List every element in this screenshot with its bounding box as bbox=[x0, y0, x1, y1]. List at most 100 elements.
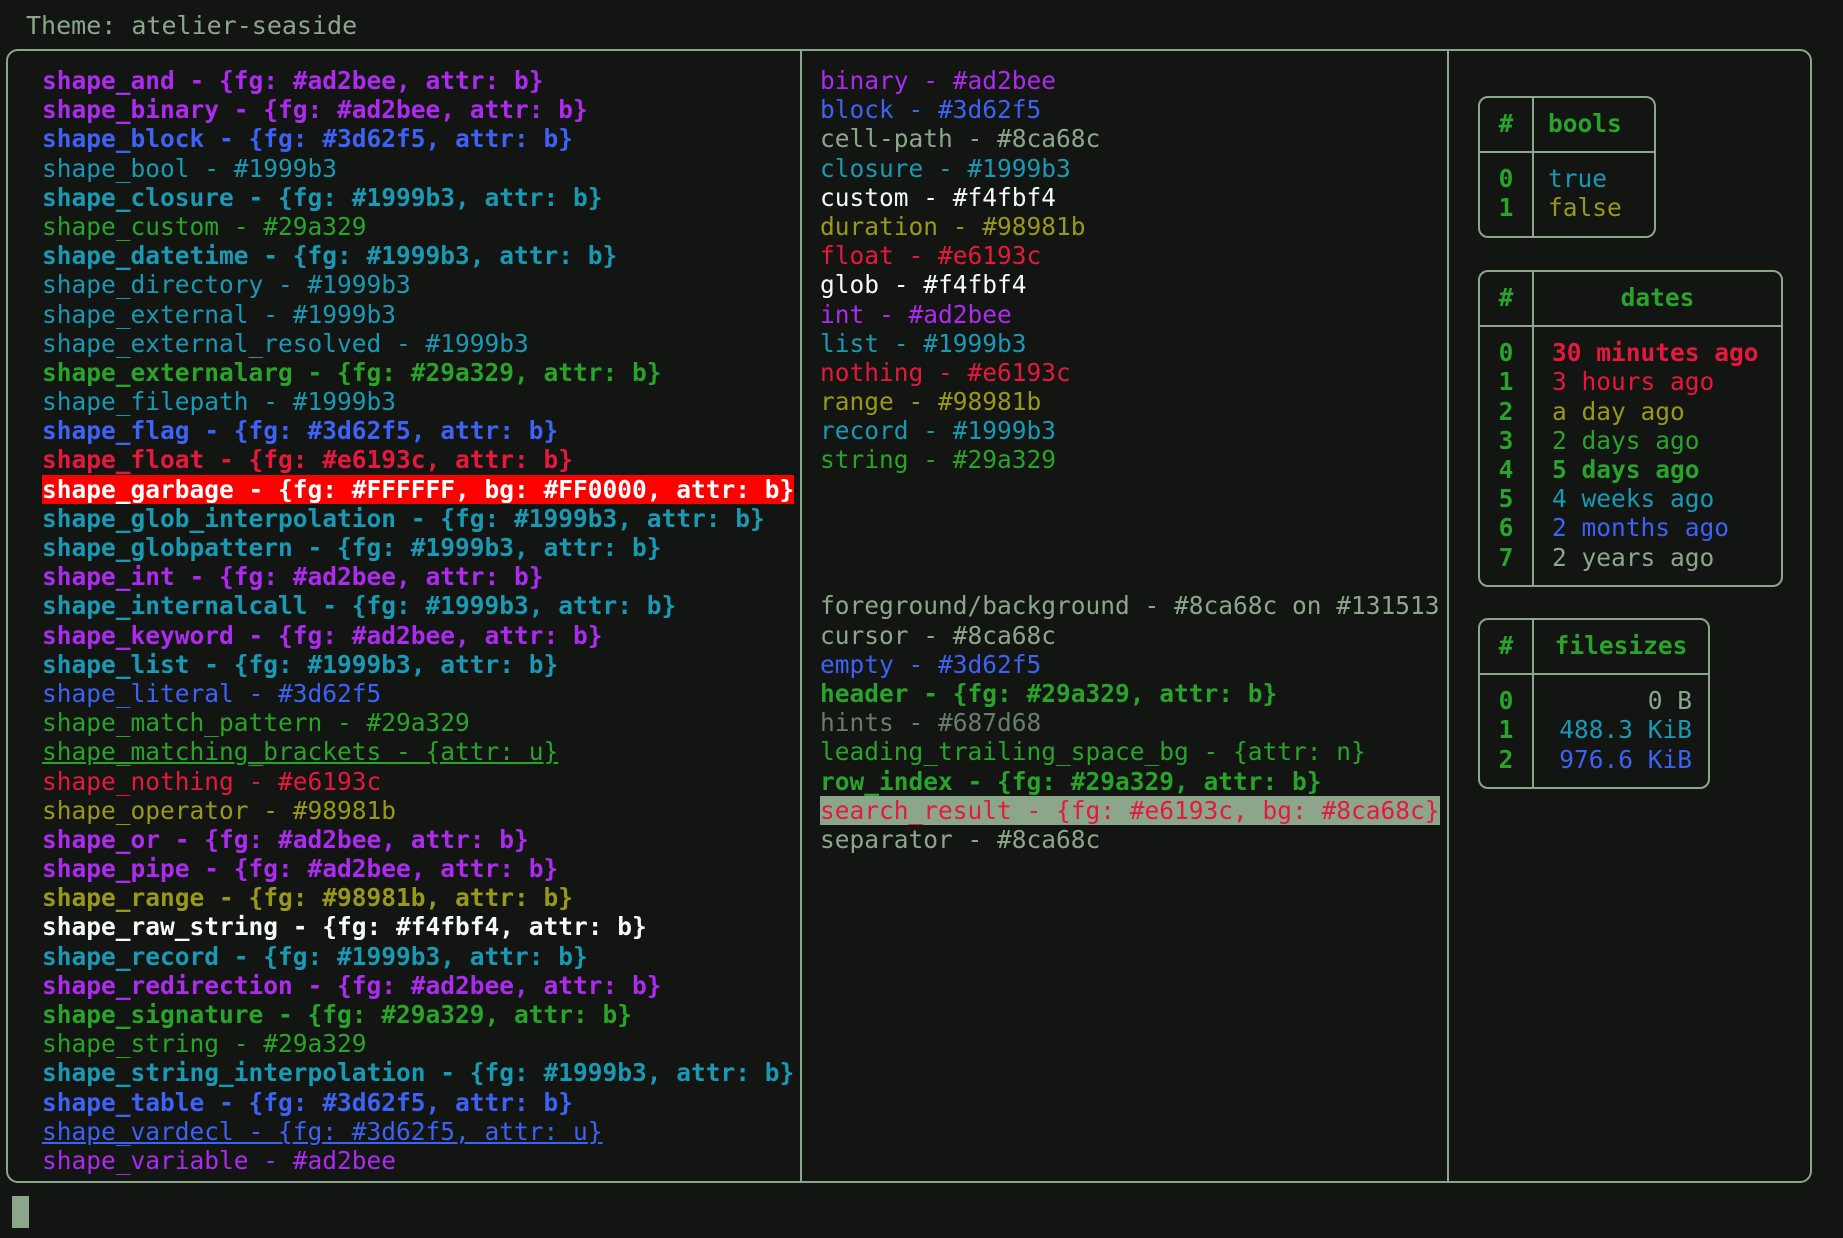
ui-style-row: row_index - {fg: #29a329, attr: b} bbox=[820, 767, 1440, 796]
filesizes-header-index-label: # bbox=[1498, 631, 1514, 660]
shape-style-row: shape_operator - #98981b bbox=[42, 796, 797, 825]
shape-style-row: shape_redirection - {fg: #ad2bee, attr: … bbox=[42, 971, 797, 1000]
shape-style-row: shape_block - {fg: #3d62f5, attr: b} bbox=[42, 124, 797, 153]
shape-style-text: shape_external_resolved - #1999b3 bbox=[42, 328, 529, 358]
dates-row-index: 6 bbox=[1498, 513, 1514, 543]
type-style-row: block - #3d62f5 bbox=[820, 95, 1440, 124]
type-style-row: nothing - #e6193c bbox=[820, 358, 1440, 387]
dates-table-body: 01234567 30 minutes ago 3 hours ago a day … bbox=[1480, 327, 1781, 585]
shape-style-text: shape_pipe - {fg: #ad2bee, attr: b} bbox=[42, 854, 559, 884]
shape-style-text: shape_globpattern - {fg: #1999b3, attr: … bbox=[42, 533, 662, 562]
shape-style-text: shape_literal - #3d62f5 bbox=[42, 678, 382, 708]
shape-style-row: shape_globpattern - {fg: #1999b3, attr: … bbox=[42, 533, 797, 562]
bools-index-column: 01 bbox=[1480, 153, 1534, 236]
shape-style-row: shape_vardecl - {fg: #3d62f5, attr: u} bbox=[42, 1117, 797, 1146]
type-style-row: custom - #f4fbf4 bbox=[820, 183, 1440, 212]
filesizes-table: # filesizes 012 0 B 488.3 KiB 976.6 KiB bbox=[1478, 618, 1710, 789]
type-style-row: cell-path - #8ca68c bbox=[820, 124, 1440, 153]
shape-style-row: shape_int - {fg: #ad2bee, attr: b} bbox=[42, 562, 797, 591]
shape-style-row: shape_or - {fg: #ad2bee, attr: b} bbox=[42, 825, 797, 854]
shape-style-text: shape_block - {fg: #3d62f5, attr: b} bbox=[42, 124, 574, 154]
dates-row-index: 5 bbox=[1498, 484, 1514, 514]
bools-table: # bools 01 true false bbox=[1478, 96, 1656, 238]
filesizes-index-column: 012 bbox=[1480, 675, 1534, 787]
type-style-row: string - #29a329 bbox=[820, 445, 1440, 474]
shape-style-row: shape_nothing - #e6193c bbox=[42, 767, 797, 796]
shape-style-text: shape_directory - #1999b3 bbox=[42, 270, 411, 300]
bools-row-value: true bbox=[1548, 164, 1608, 194]
shape-style-text: shape_and - {fg: #ad2bee, attr: b} bbox=[42, 66, 544, 95]
shape-style-row: shape_datetime - {fg: #1999b3, attr: b} bbox=[42, 241, 797, 270]
filesizes-row-value: 976.6 KiB bbox=[1559, 744, 1692, 774]
shape-style-text: shape_bool - #1999b3 bbox=[42, 153, 338, 183]
ui-style-row: foreground/background - #8ca68c on #1315… bbox=[820, 591, 1440, 620]
dates-row-value: 4 weeks ago bbox=[1552, 484, 1715, 514]
filesizes-header-index-cell: # bbox=[1480, 620, 1534, 674]
dates-row-index: 7 bbox=[1498, 542, 1514, 572]
bools-row-index: 1 bbox=[1498, 193, 1514, 223]
dates-value-column: 30 minutes ago 3 hours ago a day ago 2 days… bbox=[1534, 327, 1781, 585]
type-style-row-text: custom - #f4fbf4 bbox=[820, 182, 1057, 212]
shape-style-row: shape_bool - #1999b3 bbox=[42, 154, 797, 183]
dates-row-index: 3 bbox=[1498, 425, 1514, 455]
filesizes-header-value-cell: filesizes bbox=[1534, 620, 1708, 673]
type-style-row: closure - #1999b3 bbox=[820, 154, 1440, 183]
type-style-row: duration - #98981b bbox=[820, 212, 1440, 241]
terminal-screen: Theme: atelier-seaside shape_and - {fg: … bbox=[0, 0, 1843, 1238]
shape-style-text: shape_externalarg - {fg: #29a329, attr: … bbox=[42, 357, 662, 387]
shape-style-row: shape_record - {fg: #1999b3, attr: b} bbox=[42, 942, 797, 971]
bools-header-index-cell: # bbox=[1480, 98, 1534, 152]
shape-style-text: shape_glob_interpolation - {fg: #1999b3,… bbox=[42, 503, 765, 533]
shape-style-text: shape_custom - #29a329 bbox=[42, 211, 367, 241]
type-style-row-text: duration - #98981b bbox=[820, 211, 1086, 241]
shape-style-text: shape_internalcall - {fg: #1999b3, attr:… bbox=[42, 591, 677, 621]
ui-style-row-text: empty - #3d62f5 bbox=[820, 649, 1042, 679]
column-divider-left bbox=[800, 49, 802, 1183]
dates-table-header: # dates bbox=[1480, 272, 1781, 328]
bools-table-header: # bools bbox=[1480, 98, 1654, 154]
type-and-ui-styles-column: binary - #ad2bee block - #3d62f5 cell-path… bbox=[820, 66, 1440, 854]
dates-row-index: 4 bbox=[1498, 454, 1514, 484]
type-style-row-text: binary - #ad2bee bbox=[820, 66, 1057, 95]
dates-row-value: 5 days ago bbox=[1552, 454, 1700, 484]
terminal-cursor bbox=[12, 1196, 29, 1228]
ui-style-row-text: cursor - #8ca68c bbox=[820, 620, 1057, 650]
shape-style-text: shape_string_interpolation - {fg: #1999b… bbox=[42, 1058, 795, 1088]
shape-style-text: shape_int - {fg: #ad2bee, attr: b} bbox=[42, 562, 544, 592]
type-style-row-text: glob - #f4fbf4 bbox=[820, 270, 1027, 300]
shape-style-row: shape_binary - {fg: #ad2bee, attr: b} bbox=[42, 95, 797, 124]
dates-table: # dates 01234567 30 minutes ago 3 hours a… bbox=[1478, 270, 1783, 587]
shape-style-text: shape_datetime - {fg: #1999b3, attr: b} bbox=[42, 241, 618, 271]
filesizes-row-value: 0 B bbox=[1647, 686, 1692, 716]
bools-value-column: true false bbox=[1534, 153, 1654, 235]
type-style-row-text: range - #98981b bbox=[820, 387, 1042, 417]
type-style-row: range - #98981b bbox=[820, 387, 1440, 416]
shape-style-row: shape_closure - {fg: #1999b3, attr: b} bbox=[42, 183, 797, 212]
filesizes-table-header: # filesizes bbox=[1480, 620, 1708, 676]
ui-style-row: hints - #687d68 bbox=[820, 708, 1440, 737]
shape-style-row: shape_filepath - #1999b3 bbox=[42, 387, 797, 416]
filesizes-table-body: 012 0 B 488.3 KiB 976.6 KiB bbox=[1480, 675, 1708, 787]
type-style-row-text: string - #29a329 bbox=[820, 445, 1057, 475]
type-style-row: int - #ad2bee bbox=[820, 300, 1440, 329]
shape-style-text: shape_filepath - #1999b3 bbox=[42, 387, 397, 417]
ui-style-row: search_result - {fg: #e6193c, bg: #8ca68… bbox=[820, 795, 1440, 825]
dates-index-column: 01234567 bbox=[1480, 327, 1534, 585]
dates-row-value: 30 minutes ago bbox=[1552, 338, 1759, 368]
shape-style-row: shape_string_interpolation - {fg: #1999b… bbox=[42, 1058, 797, 1087]
shape-style-text: shape_vardecl - {fg: #3d62f5, attr: u} bbox=[42, 1116, 603, 1146]
shape-style-row: shape_literal - #3d62f5 bbox=[42, 679, 797, 708]
shape-style-text: shape_nothing - #e6193c bbox=[42, 766, 382, 796]
shape-style-row: shape_pipe - {fg: #ad2bee, attr: b} bbox=[42, 854, 797, 883]
bools-header-value-cell: bools bbox=[1534, 98, 1654, 151]
shape-style-text: shape_signature - {fg: #29a329, attr: b} bbox=[42, 1000, 633, 1029]
shape-style-row: shape_raw_string - {fg: #f4fbf4, attr: b… bbox=[42, 912, 797, 941]
bools-row-value: false bbox=[1548, 193, 1622, 223]
shape-style-row: shape_directory - #1999b3 bbox=[42, 270, 797, 299]
shape-style-row: shape_external_resolved - #1999b3 bbox=[42, 329, 797, 358]
ui-style-row: leading_trailing_space_bg - {attr: n} bbox=[820, 737, 1440, 766]
shape-style-row: shape_externalarg - {fg: #29a329, attr: … bbox=[42, 358, 797, 387]
ui-style-row: empty - #3d62f5 bbox=[820, 650, 1440, 679]
shape-style-text: shape_record - {fg: #1999b3, attr: b} bbox=[42, 941, 588, 971]
